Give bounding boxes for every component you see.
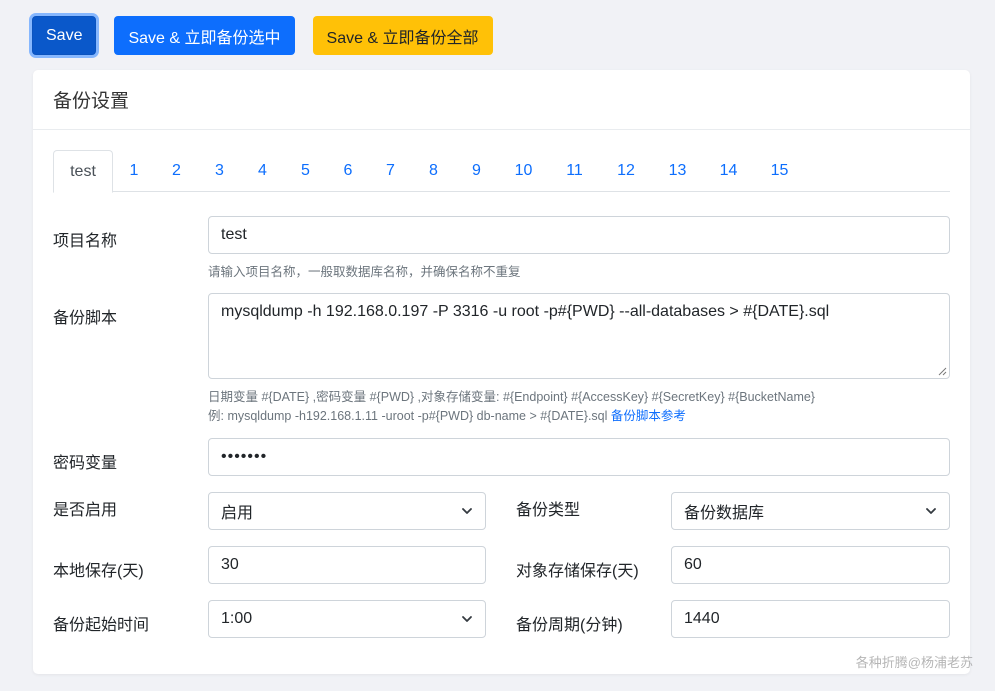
backup-script-reference-link[interactable]: 备份脚本参考 — [611, 409, 686, 423]
object-retention-label: 对象存储保存(天) — [516, 563, 639, 580]
save-button[interactable]: Save — [32, 16, 97, 55]
tab-14[interactable]: 14 — [703, 150, 754, 192]
backup-script-value: mysqldump -h 192.168.0.197 -P 3316 -u ro… — [221, 303, 830, 320]
local-retention-label: 本地保存(天) — [53, 563, 144, 580]
period-label: 备份周期(分钟) — [516, 617, 623, 634]
save-and-backup-selected-button[interactable]: Save & 立即备份选中 — [114, 16, 295, 55]
tab-10[interactable]: 10 — [498, 150, 549, 192]
tab-13[interactable]: 13 — [652, 150, 703, 192]
password-label: 密码变量 — [53, 455, 118, 472]
start-time-select-value: 1:00 — [221, 610, 253, 627]
period-input[interactable]: 1440 — [671, 600, 950, 638]
start-time-select[interactable]: 1:00 — [208, 600, 486, 638]
backup-type-select-value: 备份数据库 — [684, 505, 765, 522]
tab-8[interactable]: 8 — [412, 150, 455, 192]
tab-9[interactable]: 9 — [455, 150, 498, 192]
tab-test[interactable]: test — [53, 150, 113, 193]
enabled-select-value: 启用 — [221, 505, 254, 522]
save-and-backup-all-button[interactable]: Save & 立即备份全部 — [312, 16, 493, 55]
watermark-text: 各种折腾@杨浦老苏 — [855, 655, 973, 670]
start-time-label: 备份起始时间 — [53, 617, 150, 634]
project-name-help: 请输入项目名称，一般取数据库名称，并确保名称不重复 — [208, 265, 521, 279]
backup-script-example-text: 例: mysqldump -h192.168.1.11 -uroot -p#{P… — [208, 409, 611, 423]
project-tabs: test 1 2 3 4 5 6 7 8 9 10 11 12 13 14 15 — [53, 150, 950, 193]
backup-type-select[interactable]: 备份数据库 — [671, 492, 950, 530]
tab-5[interactable]: 5 — [284, 150, 327, 192]
tab-4[interactable]: 4 — [241, 150, 284, 192]
backup-type-label: 备份类型 — [516, 502, 581, 519]
card-title: 备份设置 — [33, 70, 970, 130]
chevron-down-icon — [462, 508, 472, 514]
tab-1[interactable]: 1 — [113, 150, 155, 192]
chevron-down-icon — [462, 616, 472, 622]
enabled-label: 是否启用 — [53, 502, 118, 519]
backup-script-example-help: 例: mysqldump -h192.168.1.11 -uroot -p#{P… — [208, 405, 686, 424]
backup-settings-card: 备份设置 test 1 2 3 4 5 6 7 8 9 10 11 12 13 … — [33, 70, 970, 674]
backup-script-label: 备份脚本 — [53, 310, 118, 327]
tab-11[interactable]: 11 — [549, 150, 600, 192]
tab-15[interactable]: 15 — [754, 150, 805, 192]
tab-3[interactable]: 3 — [198, 150, 241, 192]
password-input[interactable]: ••••••• — [208, 438, 950, 476]
toolbar: Save Save & 立即备份选中 Save & 立即备份全部 — [32, 16, 493, 55]
object-retention-input[interactable]: 60 — [671, 546, 950, 584]
tab-2[interactable]: 2 — [155, 150, 198, 192]
local-retention-input[interactable]: 30 — [208, 546, 486, 584]
project-name-input[interactable]: test — [208, 216, 950, 254]
tab-12[interactable]: 12 — [600, 150, 652, 192]
project-name-label: 项目名称 — [53, 233, 118, 250]
backup-script-variables-help: 日期变量 #{DATE} ,密码变量 #{PWD} ,对象存储变量: #{End… — [208, 390, 815, 404]
chevron-down-icon — [926, 508, 936, 514]
backup-script-textarea[interactable]: mysqldump -h 192.168.0.197 -P 3316 -u ro… — [208, 293, 950, 379]
tab-6[interactable]: 6 — [327, 150, 369, 192]
enabled-select[interactable]: 启用 — [208, 492, 486, 530]
tab-7[interactable]: 7 — [369, 150, 412, 192]
resize-handle-icon[interactable] — [937, 366, 947, 376]
